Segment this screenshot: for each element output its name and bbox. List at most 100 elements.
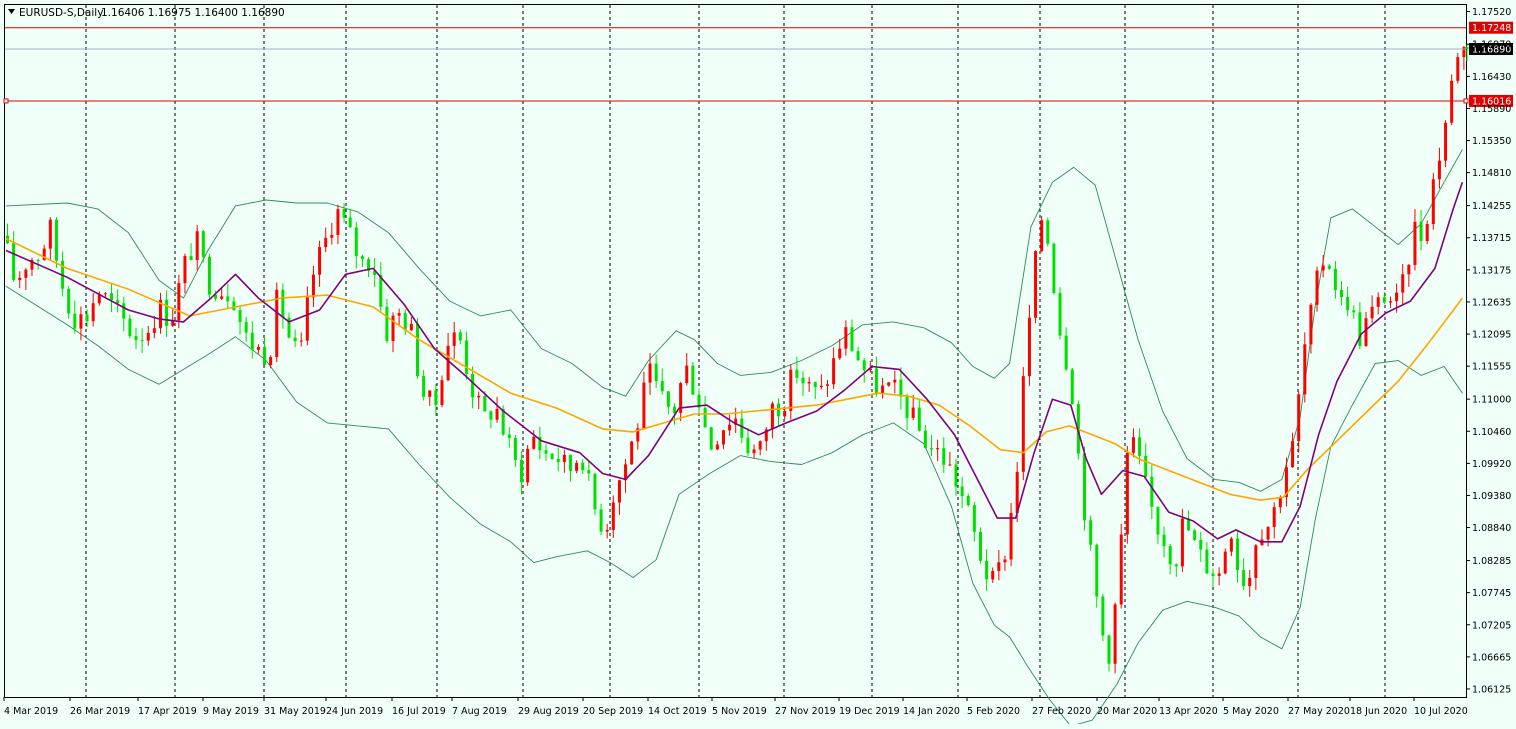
candle-body bbox=[1419, 221, 1423, 242]
y-tick-label: 1.09920 bbox=[1472, 459, 1511, 470]
candle-body bbox=[1444, 122, 1448, 161]
candle-body bbox=[250, 332, 254, 350]
candle-body bbox=[360, 256, 364, 260]
symbol-label: EURUSD-S,Daily bbox=[19, 7, 103, 19]
candle-body bbox=[18, 277, 22, 281]
candle-body bbox=[562, 454, 566, 463]
candle-body bbox=[73, 313, 77, 329]
candle-body bbox=[917, 407, 921, 431]
candle-body bbox=[269, 357, 273, 365]
candle-body bbox=[281, 289, 285, 318]
candle-body bbox=[770, 403, 774, 430]
candle-body bbox=[844, 327, 848, 349]
candle-body bbox=[256, 346, 260, 350]
candle-body bbox=[1205, 549, 1209, 574]
candle-body bbox=[874, 368, 878, 395]
candle-body bbox=[177, 283, 181, 321]
x-tick-label: 7 Aug 2019 bbox=[452, 706, 507, 717]
candle-body bbox=[434, 390, 438, 406]
x-tick-label: 17 Apr 2019 bbox=[138, 706, 197, 717]
y-tick-label: 1.09380 bbox=[1472, 491, 1511, 502]
candle-body bbox=[1174, 564, 1178, 567]
candle-body bbox=[1376, 297, 1380, 307]
candle-body bbox=[819, 385, 823, 388]
candle-body bbox=[305, 297, 309, 341]
y-tick-label: 1.06665 bbox=[1472, 652, 1511, 663]
candle-body bbox=[379, 275, 383, 307]
candle-body bbox=[673, 406, 677, 413]
candle-body bbox=[1327, 265, 1331, 269]
candle-body bbox=[911, 407, 915, 418]
y-tick-label: 1.16970 bbox=[1472, 40, 1511, 51]
candle-body bbox=[758, 441, 762, 450]
candle-body bbox=[752, 449, 756, 454]
candle-body bbox=[1064, 335, 1068, 370]
candle-body bbox=[1321, 265, 1325, 271]
candle-body bbox=[116, 300, 120, 304]
candle-body bbox=[238, 310, 242, 322]
candle-body bbox=[471, 373, 475, 398]
candle-body bbox=[1119, 534, 1123, 605]
candle-body bbox=[1303, 344, 1307, 395]
candle-body bbox=[997, 562, 1001, 571]
y-tick-label: 1.13175 bbox=[1472, 265, 1511, 276]
candle-body bbox=[495, 408, 499, 420]
candle-body bbox=[201, 231, 205, 257]
candle-body bbox=[1437, 160, 1441, 180]
x-tick-label: 19 Dec 2019 bbox=[839, 706, 900, 717]
candle-body bbox=[1254, 545, 1258, 578]
candle-body bbox=[605, 529, 609, 532]
ohlc-values: 1.16406 1.16975 1.16400 1.16890 bbox=[101, 7, 285, 19]
candle-body bbox=[226, 296, 230, 302]
x-tick-label: 9 May 2019 bbox=[203, 706, 259, 717]
candle-body bbox=[1027, 317, 1031, 377]
chart-window[interactable]: 1.17248 1.16890 1.16016 1.17520 1.16970 1.16… bbox=[0, 0, 1516, 727]
candle-body bbox=[232, 301, 236, 311]
x-tick-label: 14 Oct 2019 bbox=[648, 706, 707, 717]
candle-body bbox=[1340, 289, 1344, 298]
candle-body bbox=[617, 480, 621, 503]
candle-body bbox=[336, 209, 340, 235]
candle-body bbox=[1009, 512, 1013, 560]
candle-body bbox=[1034, 251, 1038, 318]
candle-body bbox=[1431, 179, 1435, 225]
candle-body bbox=[905, 396, 909, 418]
candle-body bbox=[1131, 437, 1135, 453]
x-tick-label: 29 Aug 2019 bbox=[518, 706, 579, 717]
candle-body bbox=[1150, 476, 1154, 507]
candle-body bbox=[1370, 306, 1374, 319]
candle-body bbox=[1297, 394, 1301, 442]
candle-body bbox=[1248, 577, 1252, 587]
x-tick-label: 27 Feb 2020 bbox=[1032, 706, 1091, 717]
x-tick-label: 5 Feb 2020 bbox=[967, 706, 1020, 717]
candle-body bbox=[783, 410, 787, 417]
candle-body bbox=[122, 303, 126, 319]
candle-body bbox=[263, 346, 267, 365]
candle-body bbox=[1095, 544, 1099, 597]
candle-body bbox=[954, 464, 958, 487]
candle-body bbox=[666, 391, 670, 407]
candle-body bbox=[703, 407, 707, 428]
candle-body bbox=[568, 454, 572, 471]
y-tick-label: 1.08285 bbox=[1472, 556, 1511, 567]
candle-body bbox=[146, 332, 150, 341]
candle-body bbox=[550, 453, 554, 459]
price-chart[interactable]: 1.172481.168901.16016 1.175201.169701.16… bbox=[0, 0, 1516, 727]
candle-body bbox=[832, 358, 836, 385]
candle-body bbox=[446, 345, 450, 381]
candle-body bbox=[415, 323, 419, 377]
candle-body bbox=[709, 427, 713, 450]
candle-body bbox=[103, 293, 107, 295]
candle-body bbox=[1168, 546, 1172, 565]
candle-body bbox=[128, 318, 132, 337]
chart-background bbox=[0, 0, 1516, 724]
candle-body bbox=[220, 296, 224, 299]
candle-body bbox=[648, 363, 652, 383]
candle-body bbox=[1266, 527, 1270, 540]
candle-body bbox=[715, 444, 719, 450]
candle-body bbox=[422, 376, 426, 397]
candle-body bbox=[24, 269, 28, 278]
candle-body bbox=[556, 458, 560, 463]
candle-body bbox=[587, 470, 591, 474]
candle-body bbox=[807, 382, 811, 384]
